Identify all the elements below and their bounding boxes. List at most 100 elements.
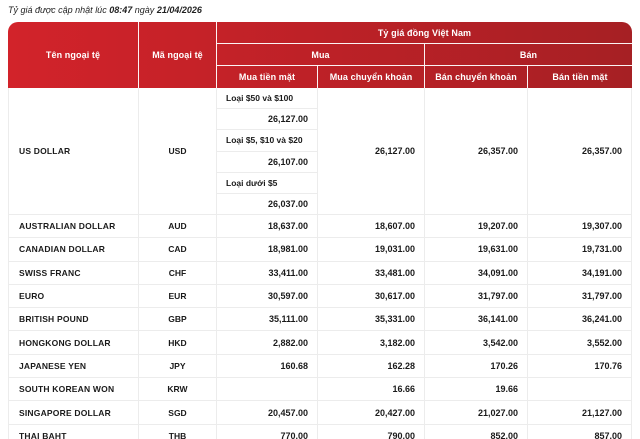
currency-code: SGD <box>139 401 217 423</box>
usd-tier-value: 26,037.00 <box>217 194 317 214</box>
sell-cash-value: 19,307.00 <box>528 215 631 237</box>
buy-cash-value: 20,457.00 <box>217 401 318 423</box>
currency-name: BRITISH POUND <box>9 308 139 330</box>
header-currency-code: Mã ngoại tệ <box>139 22 217 88</box>
header-sell-transfer: Bán chuyển khoản <box>425 66 528 88</box>
sell-transfer-value: 19.66 <box>425 378 528 400</box>
header-buy: Mua <box>217 44 425 66</box>
update-date: 21/04/2026 <box>157 5 202 15</box>
currency-name: AUSTRALIAN DOLLAR <box>9 215 139 237</box>
currency-code: EUR <box>139 285 217 307</box>
update-note: Tỷ giá được cập nhật lúc 08:47 ngày 21/0… <box>8 4 632 16</box>
buy-cash-value <box>217 378 318 400</box>
buy-cash-value: 160.68 <box>217 355 318 377</box>
update-note-prefix: Tỷ giá được cập nhật lúc <box>8 5 107 15</box>
currency-name: CANADIAN DOLLAR <box>9 238 139 260</box>
table-row: CANADIAN DOLLARCAD18,981.0019,031.0019,6… <box>9 238 631 261</box>
buy-transfer-value: 18,607.00 <box>318 215 425 237</box>
sell-cash-value: 34,191.00 <box>528 262 631 284</box>
sell-transfer-value: 34,091.00 <box>425 262 528 284</box>
table-header: Tên ngoại tệ Mã ngoại tệ Tỷ giá đồng Việ… <box>8 22 632 88</box>
header-vnd-rate: Tỷ giá đồng Việt Nam <box>217 22 632 44</box>
buy-cash-value: 35,111.00 <box>217 308 318 330</box>
buy-cash-value: 18,637.00 <box>217 215 318 237</box>
exchange-rate-table: Tên ngoại tệ Mã ngoại tệ Tỷ giá đồng Việ… <box>8 22 632 439</box>
sell-transfer-value: 31,797.00 <box>425 285 528 307</box>
currency-code: HKD <box>139 331 217 353</box>
buy-cash-value: 33,411.00 <box>217 262 318 284</box>
table-row: SOUTH KOREAN WONKRW 16.6619.66 <box>9 378 631 401</box>
usd-tier-label: Loại $50 và $100 <box>217 88 317 109</box>
buy-cash-value: 30,597.00 <box>217 285 318 307</box>
currency-code: GBP <box>139 308 217 330</box>
header-sell-cash: Bán tiền mặt <box>528 66 632 88</box>
buy-transfer-value: 30,617.00 <box>318 285 425 307</box>
buy-cash-value: 770.00 <box>217 425 318 439</box>
sell-transfer-value: 852.00 <box>425 425 528 439</box>
update-time: 08:47 <box>109 5 132 15</box>
buy-transfer-value: 26,127.00 <box>318 88 425 214</box>
sell-transfer-value: 19,631.00 <box>425 238 528 260</box>
table-row: SINGAPORE DOLLARSGD20,457.0020,427.0021,… <box>9 401 631 424</box>
sell-cash-value: 857.00 <box>528 425 631 439</box>
sell-cash-value <box>528 378 631 400</box>
usd-tier-label: Loại dưới $5 <box>217 173 317 194</box>
usd-tier-value: 26,127.00 <box>217 109 317 130</box>
sell-cash-value: 31,797.00 <box>528 285 631 307</box>
sell-cash-value: 19,731.00 <box>528 238 631 260</box>
usd-tier-value: 26,107.00 <box>217 152 317 173</box>
buy-transfer-value: 33,481.00 <box>318 262 425 284</box>
currency-name: SINGAPORE DOLLAR <box>9 401 139 423</box>
sell-transfer-value: 21,027.00 <box>425 401 528 423</box>
currency-code: CHF <box>139 262 217 284</box>
currency-code: USD <box>139 88 217 214</box>
currency-code: KRW <box>139 378 217 400</box>
sell-cash-value: 3,552.00 <box>528 331 631 353</box>
currency-name: SOUTH KOREAN WON <box>9 378 139 400</box>
sell-cash-value: 36,241.00 <box>528 308 631 330</box>
table-row: AUSTRALIAN DOLLARAUD18,637.0018,607.0019… <box>9 215 631 238</box>
buy-cash-value: 18,981.00 <box>217 238 318 260</box>
header-currency-name: Tên ngoại tệ <box>8 22 139 88</box>
exchange-rates-page: Tỷ giá được cập nhật lúc 08:47 ngày 21/0… <box>0 0 640 439</box>
usd-cash-tiers: Loại $50 và $10026,127.00Loại $5, $10 và… <box>217 88 318 214</box>
buy-transfer-value: 790.00 <box>318 425 425 439</box>
sell-cash-value: 170.76 <box>528 355 631 377</box>
sell-transfer-value: 26,357.00 <box>425 88 528 214</box>
buy-transfer-value: 16.66 <box>318 378 425 400</box>
table-row: JAPANESE YENJPY160.68162.28170.26170.76 <box>9 355 631 378</box>
sell-transfer-value: 3,542.00 <box>425 331 528 353</box>
buy-transfer-value: 20,427.00 <box>318 401 425 423</box>
header-buy-cash: Mua tiền mặt <box>217 66 318 88</box>
currency-code: THB <box>139 425 217 439</box>
buy-transfer-value: 35,331.00 <box>318 308 425 330</box>
sell-transfer-value: 36,141.00 <box>425 308 528 330</box>
table-row: SWISS FRANCCHF33,411.0033,481.0034,091.0… <box>9 262 631 285</box>
table-row: HONGKONG DOLLARHKD2,882.003,182.003,542.… <box>9 331 631 354</box>
update-note-middle: ngày <box>135 5 155 15</box>
currency-code: AUD <box>139 215 217 237</box>
buy-transfer-value: 162.28 <box>318 355 425 377</box>
buy-cash-value: 2,882.00 <box>217 331 318 353</box>
header-sell: Bán <box>425 44 632 66</box>
sell-cash-value: 26,357.00 <box>528 88 631 214</box>
table-row: BRITISH POUNDGBP35,111.0035,331.0036,141… <box>9 308 631 331</box>
currency-name: SWISS FRANC <box>9 262 139 284</box>
currency-code: JPY <box>139 355 217 377</box>
sell-transfer-value: 19,207.00 <box>425 215 528 237</box>
sell-cash-value: 21,127.00 <box>528 401 631 423</box>
table-row: THAI BAHTTHB770.00790.00852.00857.00 <box>9 425 631 439</box>
currency-name: HONGKONG DOLLAR <box>9 331 139 353</box>
usd-row: US DOLLAR USD Loại $50 và $10026,127.00L… <box>9 88 631 215</box>
header-buy-transfer: Mua chuyển khoản <box>318 66 425 88</box>
currency-name: JAPANESE YEN <box>9 355 139 377</box>
table-body: US DOLLAR USD Loại $50 và $10026,127.00L… <box>8 88 632 439</box>
table-row: EUROEUR30,597.0030,617.0031,797.0031,797… <box>9 285 631 308</box>
buy-transfer-value: 19,031.00 <box>318 238 425 260</box>
buy-transfer-value: 3,182.00 <box>318 331 425 353</box>
sell-transfer-value: 170.26 <box>425 355 528 377</box>
currency-name: THAI BAHT <box>9 425 139 439</box>
currency-name: EURO <box>9 285 139 307</box>
currency-name: US DOLLAR <box>9 88 139 214</box>
currency-rows: AUSTRALIAN DOLLARAUD18,637.0018,607.0019… <box>9 215 631 439</box>
